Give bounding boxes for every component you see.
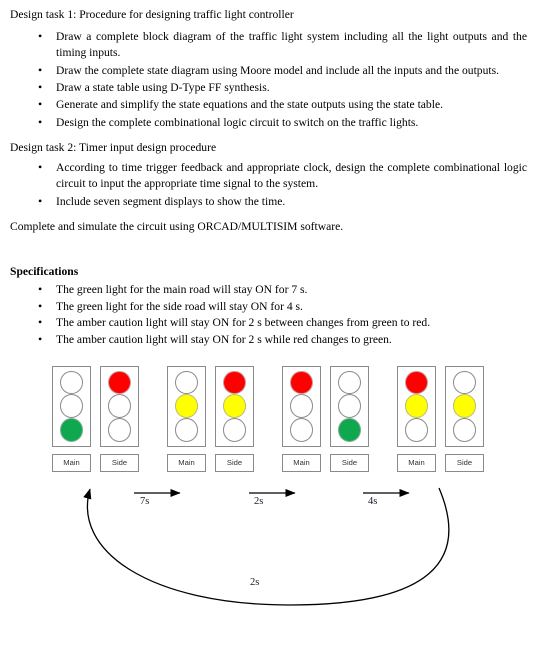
road-label-main: Main <box>397 453 436 472</box>
list-item: Generate and simplify the state equation… <box>10 96 541 114</box>
document-page: Design task 1: Procedure for designing t… <box>0 0 553 349</box>
amber-lamp <box>223 394 246 419</box>
list-item: The amber caution light will stay ON for… <box>10 331 541 349</box>
amber-lamp <box>175 394 198 419</box>
list-item: Draw a complete block diagram of the tra… <box>10 28 541 62</box>
amber-lamp <box>453 394 476 419</box>
amber-lamp <box>60 394 83 419</box>
task2-heading: Design task 2: Timer input design proced… <box>10 141 217 155</box>
light-box <box>282 365 321 447</box>
light-box <box>215 365 254 447</box>
state-group-4: Main Side <box>397 365 486 472</box>
red-lamp <box>223 370 246 395</box>
green-lamp <box>175 418 198 442</box>
state-group-1: Main Side <box>52 365 141 472</box>
green-lamp <box>338 418 361 442</box>
closing-note: Complete and simulate the circuit using … <box>10 220 344 234</box>
red-lamp <box>290 370 313 395</box>
signal-main-3: Main <box>282 365 323 472</box>
red-lamp <box>60 370 83 395</box>
specifications-bullet-list: The green light for the main road will s… <box>10 281 541 349</box>
list-item: Design the complete combinational logic … <box>10 114 541 132</box>
traffic-light-groups: Main Side Main Side Main Side Main Side <box>52 365 486 472</box>
green-lamp <box>453 418 476 442</box>
traffic-light-state-diagram: Main Side Main Side Main Side Main Side … <box>0 361 553 606</box>
list-item: Draw the complete state diagram using Mo… <box>10 62 541 80</box>
light-box <box>445 365 484 447</box>
amber-lamp <box>108 394 131 419</box>
light-box <box>100 365 139 447</box>
red-lamp <box>108 370 131 395</box>
road-label-side: Side <box>215 453 254 472</box>
road-label-main: Main <box>52 453 91 472</box>
amber-lamp <box>405 394 428 419</box>
signal-main-1: Main <box>52 365 93 472</box>
list-item: The green light for the side road will s… <box>10 298 541 316</box>
signal-main-2: Main <box>167 365 208 472</box>
state-group-3: Main Side <box>282 365 371 472</box>
light-box <box>397 365 436 447</box>
signal-main-4: Main <box>397 365 438 472</box>
road-label-side: Side <box>330 453 369 472</box>
light-box <box>330 365 369 447</box>
list-item: According to time trigger feedback and a… <box>10 159 541 193</box>
green-lamp <box>108 418 131 442</box>
transition-label-7s: 7s <box>140 495 150 507</box>
task1-heading: Design task 1: Procedure for designing t… <box>10 8 294 21</box>
arrow-state4-to-state1 <box>83 487 450 606</box>
red-lamp <box>453 370 476 395</box>
task1-bullet-list: Draw a complete block diagram of the tra… <box>10 28 541 132</box>
green-lamp <box>60 418 83 442</box>
state-group-2: Main Side <box>167 365 256 472</box>
specifications-heading: Specifications <box>10 265 79 278</box>
red-lamp <box>338 370 361 395</box>
road-label-side: Side <box>445 453 484 472</box>
green-lamp <box>290 418 313 442</box>
amber-lamp <box>338 394 361 419</box>
red-lamp <box>405 370 428 395</box>
transition-label-2s-b: 2s <box>250 576 260 588</box>
road-label-main: Main <box>167 453 206 472</box>
signal-side-1: Side <box>100 365 141 472</box>
light-box <box>167 365 206 447</box>
green-lamp <box>405 418 428 442</box>
task2-bullet-list: According to time trigger feedback and a… <box>10 159 541 211</box>
light-box <box>52 365 91 447</box>
list-item: The green light for the main road will s… <box>10 281 541 299</box>
list-item: Include seven segment displays to show t… <box>10 193 541 211</box>
red-lamp <box>175 370 198 395</box>
signal-side-2: Side <box>215 365 256 472</box>
transition-label-4s: 4s <box>368 495 378 507</box>
green-lamp <box>223 418 246 442</box>
transition-label-2s-a: 2s <box>254 495 264 507</box>
signal-side-4: Side <box>445 365 486 472</box>
list-item: The amber caution light will stay ON for… <box>10 314 541 332</box>
list-item: Draw a state table using D-Type FF synth… <box>10 79 541 97</box>
amber-lamp <box>290 394 313 419</box>
road-label-main: Main <box>282 453 321 472</box>
road-label-side: Side <box>100 453 139 472</box>
signal-side-3: Side <box>330 365 371 472</box>
